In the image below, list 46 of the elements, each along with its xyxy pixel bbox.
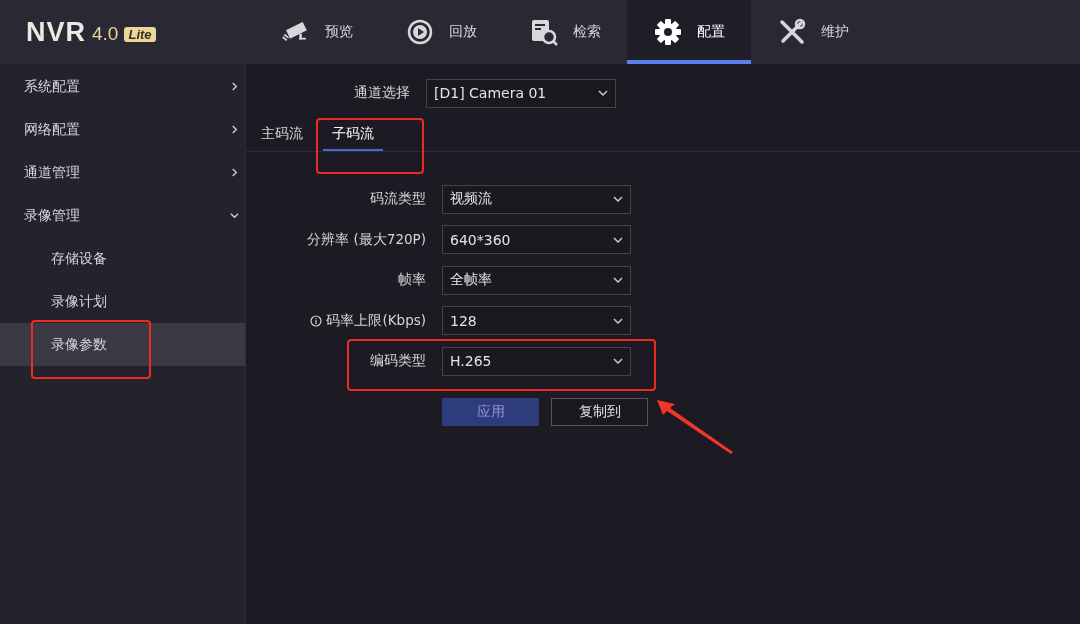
- caret-icon: [613, 358, 623, 364]
- chevron-right-icon: [230, 125, 239, 134]
- sidebar-item[interactable]: 网络配置: [0, 108, 245, 151]
- nav-tab[interactable]: 维护: [751, 0, 875, 64]
- tools-icon: [777, 18, 807, 46]
- copy-button[interactable]: 复制到: [551, 398, 648, 426]
- caret-icon: [613, 236, 623, 243]
- dropdown[interactable]: 视频流: [442, 184, 631, 214]
- nav-tab[interactable]: 预览: [255, 0, 379, 64]
- stream-tab[interactable]: 主码流: [261, 125, 303, 151]
- caret-icon: [598, 90, 608, 96]
- apply-button[interactable]: 应用: [442, 398, 539, 426]
- chevron-down-icon: [230, 211, 239, 220]
- nav-tab[interactable]: 检索: [503, 0, 627, 64]
- field-label: 编码类型: [370, 352, 426, 370]
- chevron-right-icon: [230, 168, 239, 177]
- channel-dropdown[interactable]: [D1] Camera 01: [426, 78, 616, 108]
- dropdown[interactable]: H.265: [442, 346, 631, 376]
- sidebar-item[interactable]: 系统配置: [0, 65, 245, 108]
- stream-tab[interactable]: 子码流: [323, 125, 383, 151]
- dropdown[interactable]: 640*360: [442, 225, 631, 254]
- document-search-icon: [529, 18, 559, 46]
- playback-icon: [405, 18, 435, 46]
- field-label: 分辨率 (最大720P): [307, 230, 426, 249]
- field-label: 码率上限(Kbps): [326, 311, 426, 330]
- sidebar-subitem[interactable]: 存储设备: [0, 237, 245, 280]
- field-label: 码流类型: [370, 190, 426, 208]
- logo-text: NVR: [26, 16, 86, 48]
- caret-icon: [613, 317, 623, 324]
- caret-icon: [613, 196, 623, 202]
- field-label: 帧率: [398, 271, 426, 289]
- sidebar-subitem[interactable]: 录像计划: [0, 280, 245, 323]
- chevron-right-icon: [230, 82, 239, 91]
- caret-icon: [613, 277, 623, 283]
- info-icon: [310, 314, 323, 327]
- edition-badge: Lite: [124, 27, 156, 42]
- settings-icon: [653, 18, 683, 46]
- dropdown[interactable]: 全帧率: [442, 265, 631, 295]
- sidebar-subitem[interactable]: 录像参数: [0, 323, 245, 366]
- nav-tab[interactable]: 配置: [627, 0, 751, 64]
- version-text: 4.0: [92, 22, 119, 45]
- field-label: 通道选择: [353, 84, 411, 102]
- dropdown[interactable]: 128: [442, 306, 631, 335]
- sidebar-item[interactable]: 通道管理: [0, 151, 245, 194]
- sidebar-item[interactable]: 录像管理: [0, 194, 245, 237]
- nav-tab[interactable]: 回放: [379, 0, 503, 64]
